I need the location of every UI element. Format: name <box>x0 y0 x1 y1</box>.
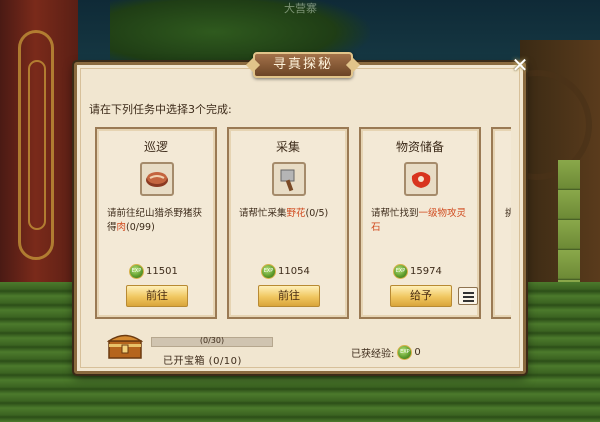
exp-coin-icon: EXP <box>129 263 144 279</box>
tree-foliage <box>110 0 370 60</box>
pillar-ornament-inner <box>28 60 46 230</box>
task-card-list[interactable]: 巡逻 请前往纪山猎杀野猪获得肉(0/99) EXP 11501 前往 采集 请帮… <box>95 127 511 319</box>
list-icon[interactable] <box>458 287 478 305</box>
task-card-partial[interactable]: 挑 <box>491 127 511 319</box>
exp-reward: EXP 11054 <box>261 263 310 279</box>
go-button[interactable]: 前往 <box>258 285 320 307</box>
task-card-supplies[interactable]: 物资储备 请帮忙找到一级物攻灵石 EXP 15974 给予 <box>359 127 481 319</box>
card-title: 巡逻 <box>143 140 168 154</box>
exp-value: 11501 <box>146 265 178 277</box>
task-description: 请帮忙采集野花(0/5) <box>239 208 329 219</box>
raw-meat-icon <box>404 162 438 196</box>
meat-icon <box>140 162 174 196</box>
exp-coin-icon: EXP <box>397 345 413 360</box>
carved-pillar <box>0 0 78 300</box>
treasure-chest-icon[interactable] <box>106 330 144 360</box>
task-description: 请帮忙找到一级物攻灵石 <box>371 208 467 233</box>
exp-coin-icon: EXP <box>393 263 408 279</box>
instruction-text: 请在下列任务中选择3个完成: <box>89 103 232 116</box>
exp-value: 15974 <box>410 265 442 277</box>
exp-coin-icon: EXP <box>261 263 276 279</box>
card-title: 采集 <box>275 140 300 154</box>
exp-value: 11054 <box>278 265 310 277</box>
card-title: 物资储备 <box>395 140 444 154</box>
chest-progress-text: (0/30) <box>199 336 225 345</box>
exp-total: 已获经验: EXP 0 <box>351 345 421 360</box>
exp-total-label: 已获经验: <box>351 349 395 360</box>
task-description: 挑 <box>505 208 511 219</box>
task-card-patrol[interactable]: 巡逻 请前往纪山猎杀野猪获得肉(0/99) EXP 11501 前往 <box>95 127 217 319</box>
chest-opened-label: 已开宝箱 (0/10) <box>163 356 242 367</box>
scene-sign-text: 大营寨 <box>284 2 317 15</box>
exp-total-value: 0 <box>414 347 421 358</box>
dialog-title: 寻真探秘 <box>253 52 353 78</box>
give-button[interactable]: 给予 <box>390 285 452 307</box>
task-description: 请前往纪山猎杀野猪获得肉(0/99) <box>107 208 203 233</box>
quest-dialog: 寻真探秘 ✕ 请在下列任务中选择3个完成: 巡逻 请前往纪山猎杀野猪获得肉(0/… <box>74 52 528 374</box>
cleaver-icon <box>272 162 306 196</box>
exp-reward: EXP 15974 <box>393 263 442 279</box>
go-button[interactable]: 前往 <box>126 285 188 307</box>
task-card-gather[interactable]: 采集 请帮忙采集野花(0/5) EXP 11054 前往 <box>227 127 349 319</box>
exp-reward: EXP 11501 <box>129 263 178 279</box>
close-icon[interactable]: ✕ <box>509 55 531 77</box>
